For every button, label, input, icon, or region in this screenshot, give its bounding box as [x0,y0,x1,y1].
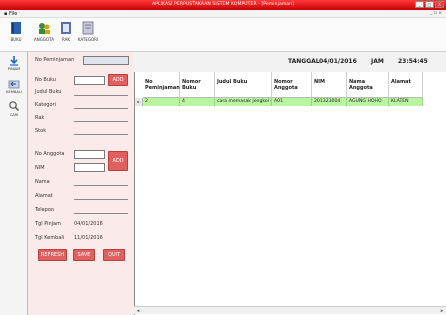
search-icon [9,101,19,111]
return-icon [8,80,20,89]
toolbar-rak-button[interactable]: RAK [55,20,77,50]
category-icon [82,21,94,35]
toolbar-kategori-button[interactable]: KATEGORI [77,20,99,50]
telepon-label: Telepon [35,207,55,213]
rak-label: Rak [35,115,45,121]
book-icon [11,22,21,34]
download-arrow-icon [10,56,18,66]
table-cell[interactable]: KLATEN [389,98,423,106]
scroll-left-arrow-icon[interactable]: ◂ [134,307,142,315]
nav-kembali-button[interactable]: KEMBALI [1,79,27,94]
rak-value [74,121,128,122]
refresh-button[interactable]: REFRESH [38,249,67,261]
toolbar-anggota-button[interactable]: ANGGOTA [33,20,55,50]
date-time-header: TANGGAL 04/01/2016 JAM 23:54:45 [134,52,446,72]
nama-value [74,185,128,186]
nav-cari-label: CARI [9,113,19,117]
nama-label: Nama [35,179,50,185]
no-peminjaman-label: No Peminjaman [35,57,75,63]
toolbar-buku-label: BUKU [10,37,22,42]
nav-cari-button[interactable]: CARI [1,100,27,117]
tgl-kembali-value: 11/01/2016 [74,235,103,241]
tgl-pinjam-value: 04/01/2016 [74,221,103,227]
side-nav: PINJAM KEMBALI CARI [0,52,28,315]
title-bar: APLIKASI PERPUSTAKAAN SISTEM KOMPUTER - … [0,0,446,10]
toolbar-buku-button[interactable]: BUKU [5,20,27,50]
save-button[interactable]: SAVE [73,249,95,261]
peminjaman-form: No Peminjaman No Buku ADD Judul Buku Kat… [28,52,134,315]
window-title: APLIKASI PERPUSTAKAAN SISTEM KOMPUTER - … [152,2,294,7]
no-anggota-field[interactable] [74,150,105,159]
scroll-right-arrow-icon[interactable]: ▸ [438,307,446,315]
column-header-alamat[interactable]: Alamat [389,72,423,98]
tanggal-label: TANGGAL [288,58,320,65]
column-header-no-peminjaman[interactable]: No Peminjaman [143,72,180,98]
peminjaman-grid[interactable]: No Peminjaman Nomor Buku Judul Buku Nomo… [134,72,446,315]
table-cell[interactable]: 2 [143,98,180,106]
nav-pinjam-label: PINJAM [7,67,21,71]
column-header-nomor-anggota[interactable]: Nomor Anggota [272,72,312,98]
nim-field[interactable] [74,163,105,172]
menu-file[interactable]: ▪ File [4,11,17,17]
tgl-kembali-label: Tgl Kembali [35,235,65,241]
nav-pinjam-button[interactable]: PINJAM [1,55,27,71]
jam-value: 23:54:45 [398,58,428,65]
table-cell[interactable]: A01 [272,98,312,106]
toolbar: BUKU ANGGOTA RAK KATEGORI [0,18,446,52]
tgl-pinjam-label: Tgl Pinjam [35,221,61,227]
members-icon [39,23,50,34]
add-buku-button[interactable]: ADD [108,74,128,86]
no-buku-label: No Buku [35,77,56,83]
row-selector[interactable]: ▸ [135,98,143,106]
alamat-label: Alamat [35,193,53,199]
table-cell[interactable]: cara memasak jengkol do [215,98,272,106]
toolbar-anggota-label: ANGGOTA [34,37,54,42]
kategori-value [74,108,128,109]
alamat-value [74,199,128,200]
kategori-label: Kategori [35,102,56,108]
shelf-icon [61,22,71,34]
toolbar-kategori-label: KATEGORI [77,37,99,42]
quit-button[interactable]: QUIT [103,249,125,261]
nav-kembali-label: KEMBALI [6,90,22,94]
stok-value [74,134,128,135]
judul-buku-value [74,95,128,96]
jam-label: JAM [371,58,384,65]
no-anggota-label: No Anggota [35,151,65,157]
minimize-button[interactable]: _ [415,1,424,8]
column-header-nama-anggota[interactable]: Nama Anggota [347,72,389,98]
table-cell[interactable]: 201323004 [312,98,347,106]
tanggal-value: 04/01/2016 [319,58,357,65]
column-header-nim[interactable]: NIM [312,72,347,98]
nim-label: NIM [35,165,45,171]
toolbar-rak-label: RAK [62,37,70,42]
menu-bar: ▪ File _ ▫ × [0,10,446,18]
grid-horizontal-scrollbar[interactable]: ◂ ▸ [134,306,446,314]
no-peminjaman-field[interactable] [83,56,129,65]
mdi-window-controls[interactable]: _ ▫ × [430,11,442,16]
judul-buku-label: Judul Buku [35,89,62,95]
add-anggota-button[interactable]: ADD [108,151,128,171]
table-cell[interactable]: 4 [180,98,215,106]
no-buku-field[interactable] [74,76,105,85]
column-header-nomor-buku[interactable]: Nomor Buku [180,72,215,98]
close-button[interactable]: X [435,1,444,8]
maximize-button[interactable]: □ [425,1,434,8]
table-cell[interactable]: AGUNG HOHO [347,98,389,106]
column-header-judul-buku[interactable]: Judul Buku [215,72,272,98]
stok-label: Stok [35,128,47,134]
telepon-value [74,213,128,214]
